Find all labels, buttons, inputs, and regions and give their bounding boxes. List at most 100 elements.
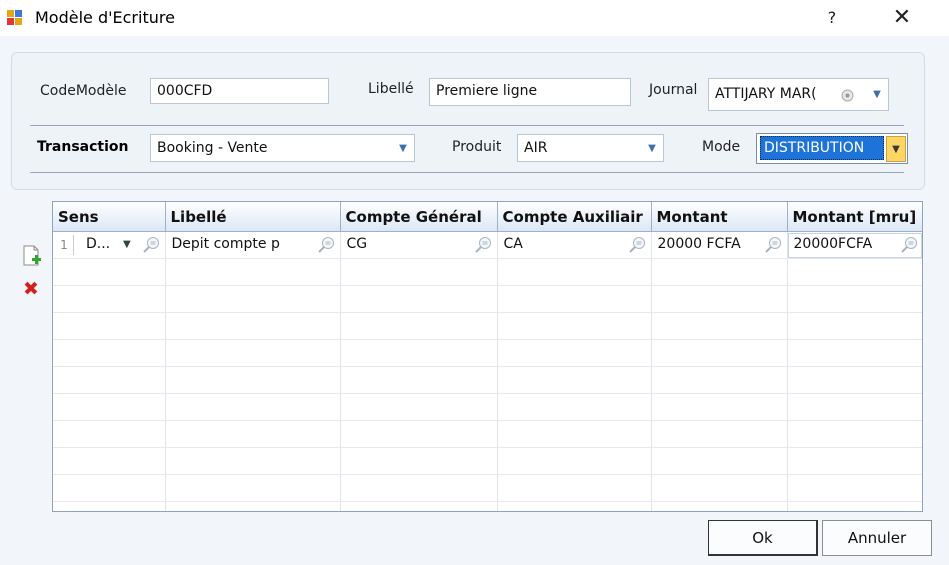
- cell-montant[interactable]: 20000 FCFA: [651, 231, 788, 259]
- empty-row: [53, 447, 922, 475]
- libelle-value: Depit compte p: [171, 236, 280, 252]
- delete-icon[interactable]: ✖: [23, 280, 40, 299]
- header-panel: [11, 52, 925, 190]
- code-modele-field[interactable]: 000CFD: [150, 78, 329, 104]
- empty-cell: [787, 258, 922, 286]
- window-title: Modèle d'Ecriture: [35, 8, 175, 27]
- empty-cell: [787, 501, 922, 511]
- cancel-button[interactable]: Annuler: [822, 520, 932, 556]
- empty-cell: [53, 258, 166, 286]
- chevron-down-icon[interactable]: ▼: [123, 239, 131, 250]
- empty-cell: [53, 420, 166, 448]
- col-header-compte-auxiliaire[interactable]: Compte Auxiliair: [497, 202, 652, 232]
- clear-icon[interactable]: [841, 89, 854, 102]
- mode-label: Mode: [702, 139, 741, 155]
- mode-value[interactable]: DISTRIBUTION: [760, 136, 884, 160]
- empty-cell: [787, 447, 922, 475]
- empty-cell: [53, 501, 166, 511]
- empty-cell: [651, 285, 788, 313]
- empty-cell: [497, 420, 652, 448]
- chevron-down-icon[interactable]: ▼: [886, 136, 906, 162]
- empty-cell: [497, 474, 652, 502]
- empty-cell: [651, 447, 788, 475]
- table-row[interactable]: 1 D... ▼ Depit compte p CG CA 20000 FCFA…: [53, 231, 922, 259]
- col-header-compte-general[interactable]: Compte Général: [340, 202, 498, 232]
- empty-cell: [340, 339, 498, 367]
- search-icon[interactable]: [317, 236, 335, 254]
- grid-header-row: Sens Libellé Compte Général Compte Auxil…: [53, 202, 922, 232]
- empty-cell: [53, 285, 166, 313]
- empty-row: [53, 339, 922, 367]
- empty-cell: [53, 339, 166, 367]
- empty-row: [53, 258, 922, 286]
- empty-cell: [165, 285, 341, 313]
- chevron-down-icon[interactable]: ▼: [392, 135, 414, 161]
- empty-cell: [651, 420, 788, 448]
- search-icon[interactable]: [474, 236, 492, 254]
- title-bar: Modèle d'Ecriture ? ✕: [0, 0, 949, 36]
- empty-cell: [787, 420, 922, 448]
- cell-libelle[interactable]: Depit compte p: [165, 231, 341, 259]
- empty-row: [53, 474, 922, 502]
- search-icon[interactable]: [628, 236, 646, 254]
- app-icon: [7, 10, 22, 25]
- empty-cell: [165, 258, 341, 286]
- empty-cell: [53, 312, 166, 340]
- produit-label: Produit: [452, 139, 502, 155]
- empty-cell: [165, 393, 341, 421]
- libelle-field[interactable]: Premiere ligne: [429, 78, 631, 106]
- journal-select[interactable]: ATTIJARY MAR( ▼: [708, 78, 889, 111]
- empty-cell: [651, 393, 788, 421]
- chevron-down-icon[interactable]: ▼: [866, 79, 888, 110]
- cell-sens[interactable]: 1 D... ▼: [53, 231, 166, 259]
- search-icon[interactable]: [900, 236, 918, 254]
- col-header-montant[interactable]: Montant: [651, 202, 788, 232]
- transaction-select[interactable]: Booking - Vente ▼: [150, 134, 415, 162]
- close-button[interactable]: ✕: [880, 0, 924, 36]
- empty-cell: [787, 339, 922, 367]
- empty-cell: [165, 339, 341, 367]
- transaction-value: Booking - Vente: [157, 140, 268, 156]
- entries-grid[interactable]: Sens Libellé Compte Général Compte Auxil…: [52, 201, 923, 512]
- transaction-label: Transaction: [37, 139, 129, 155]
- empty-cell: [340, 312, 498, 340]
- chevron-down-icon[interactable]: ▼: [641, 135, 663, 161]
- cell-montant-mru[interactable]: 20000FCFA: [787, 231, 922, 259]
- search-icon[interactable]: [764, 236, 782, 254]
- empty-cell: [497, 258, 652, 286]
- montant-value: 20000 FCFA: [657, 236, 741, 252]
- row-number: 1: [55, 235, 74, 255]
- empty-row: [53, 501, 922, 511]
- empty-cell: [651, 501, 788, 511]
- empty-cell: [165, 474, 341, 502]
- produit-select[interactable]: AIR ▼: [517, 134, 664, 162]
- add-document-icon[interactable]: [22, 245, 42, 267]
- help-button[interactable]: ?: [815, 0, 849, 36]
- empty-cell: [340, 258, 498, 286]
- produit-value: AIR: [524, 140, 548, 156]
- empty-row: [53, 420, 922, 448]
- empty-cell: [497, 339, 652, 367]
- empty-cell: [651, 258, 788, 286]
- empty-cell: [340, 447, 498, 475]
- empty-cell: [53, 447, 166, 475]
- cell-compte-auxiliaire[interactable]: CA: [497, 231, 652, 259]
- empty-cell: [497, 501, 652, 511]
- empty-row: [53, 366, 922, 394]
- empty-cell: [651, 474, 788, 502]
- search-icon[interactable]: [142, 236, 160, 254]
- empty-cell: [165, 312, 341, 340]
- cell-compte-general[interactable]: CG: [340, 231, 498, 259]
- empty-cell: [165, 366, 341, 394]
- code-modele-label: CodeModèle: [40, 83, 127, 99]
- col-header-libelle[interactable]: Libellé: [165, 202, 341, 232]
- empty-cell: [340, 366, 498, 394]
- ok-button[interactable]: Ok: [708, 520, 818, 556]
- empty-cell: [651, 312, 788, 340]
- col-header-montant-mru[interactable]: Montant [mru]: [787, 202, 922, 232]
- col-header-sens[interactable]: Sens: [53, 202, 166, 232]
- empty-cell: [165, 447, 341, 475]
- divider: [30, 172, 904, 173]
- compte-general-value: CG: [346, 236, 368, 252]
- empty-cell: [340, 474, 498, 502]
